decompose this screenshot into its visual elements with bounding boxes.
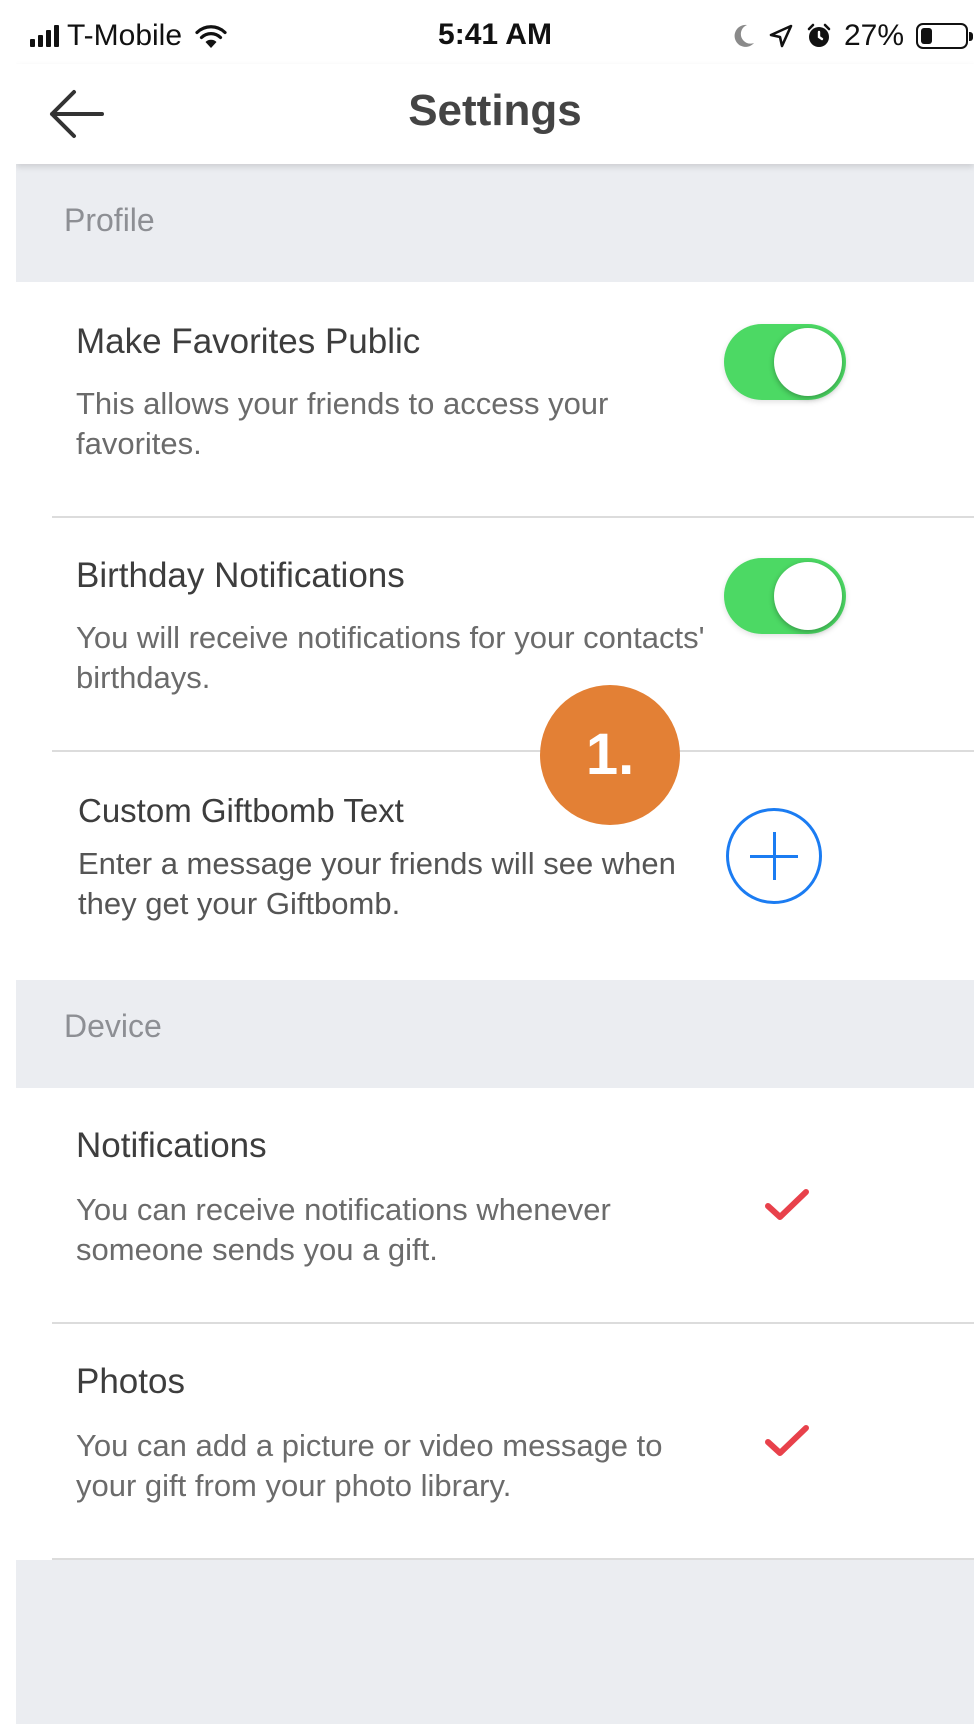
page-title: Settings (408, 86, 582, 135)
battery-icon (916, 23, 973, 49)
section-header-profile: Profile (16, 164, 974, 282)
plus-circle-icon[interactable] (726, 808, 822, 904)
setting-title: Birthday Notifications (76, 556, 405, 595)
status-right: 27% (732, 18, 973, 54)
setting-title: Photos (76, 1362, 185, 1401)
setting-row-custom-giftbomb-text: Custom Giftbomb Text Enter a message you… (16, 752, 974, 980)
setting-title: Custom Giftbomb Text (78, 792, 404, 829)
setting-row-birthday-notifications: Birthday Notifications You will receive … (16, 518, 974, 750)
setting-row-photos: Photos You can add a picture or video me… (16, 1324, 974, 1558)
app-screen: T-Mobile 5:41 AM 27% Settings Profile Ma… (16, 8, 974, 1724)
setting-title: Make Favorites Public (76, 322, 421, 361)
section-header-device: Device (16, 980, 974, 1088)
checkmark-icon (765, 1425, 809, 1456)
checkmark-icon (765, 1189, 809, 1220)
step-badge: 1. (540, 685, 680, 825)
birthday-notifications-toggle[interactable] (724, 558, 846, 634)
setting-title: Notifications (76, 1126, 267, 1165)
favorites-public-toggle[interactable] (724, 324, 846, 400)
nav-bar: Settings (16, 64, 974, 164)
alarm-icon (807, 23, 831, 47)
location-icon (769, 24, 793, 48)
setting-row-favorites-public: Make Favorites Public This allows your f… (16, 282, 974, 516)
setting-description: Enter a message your friends will see wh… (78, 846, 676, 921)
section-label-device: Device (64, 1008, 162, 1044)
toggle-knob (774, 562, 842, 630)
setting-description: You can add a picture or video message t… (76, 1428, 663, 1503)
setting-description: You can receive notifications whenever s… (76, 1192, 611, 1267)
section-label-profile: Profile (64, 202, 155, 238)
setting-row-notifications: Notifications You can receive notificati… (16, 1088, 974, 1322)
status-bar: T-Mobile 5:41 AM 27% (16, 8, 974, 64)
setting-description: This allows your friends to access your … (76, 386, 609, 461)
battery-level-fill (921, 28, 933, 44)
moon-icon (734, 24, 754, 47)
section-header-next (16, 1560, 974, 1724)
toggle-knob (774, 328, 842, 396)
battery-percent: 27% (843, 19, 904, 52)
